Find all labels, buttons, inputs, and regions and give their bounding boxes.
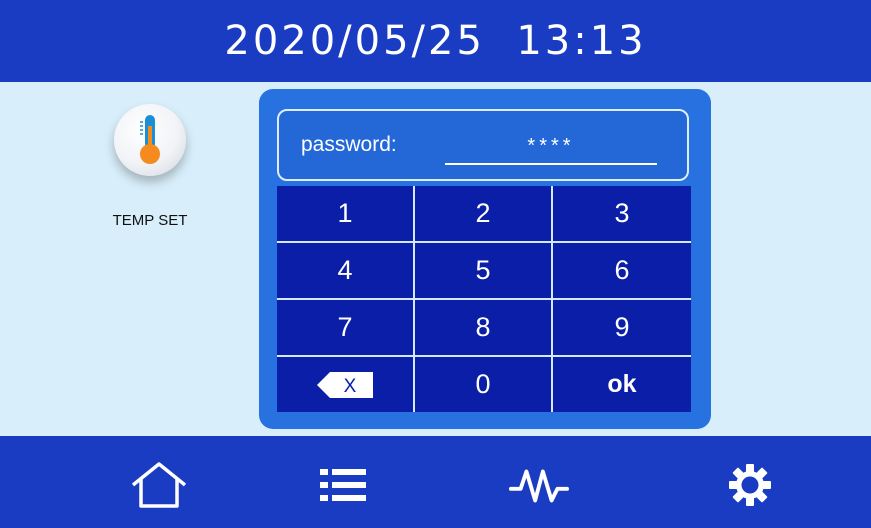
password-label: password: [301, 133, 397, 156]
home-icon [131, 462, 187, 508]
backspace-icon: X [317, 371, 373, 398]
bottom-nav-bar [0, 436, 871, 528]
key-3[interactable]: 3 [553, 186, 691, 243]
gear-icon [729, 464, 771, 506]
key-5[interactable]: 5 [415, 243, 553, 300]
screen: 2020/05/25 13:13 TEMP SET password: ****… [0, 0, 871, 528]
password-input[interactable]: **** [445, 129, 657, 165]
key-2[interactable]: 2 [415, 186, 553, 243]
list-icon [320, 469, 366, 501]
temp-set-icon-circle[interactable] [114, 104, 186, 176]
temp-set-label: TEMP SET [112, 212, 188, 229]
thermometer-icon [140, 115, 160, 164]
nav-settings-button[interactable] [720, 460, 780, 510]
key-4[interactable]: 4 [277, 243, 415, 300]
numeric-keypad: 1 2 3 4 5 6 7 8 9 X 0 ok [277, 186, 691, 412]
nav-list-button[interactable] [313, 460, 373, 510]
datetime-display: 2020/05/25 13:13 [224, 18, 647, 64]
backspace-glyph: X [344, 376, 357, 397]
key-0[interactable]: 0 [415, 357, 553, 412]
password-dialog: password: **** 1 2 3 4 5 6 7 8 9 X 0 ok [259, 89, 711, 429]
ok-key[interactable]: ok [553, 357, 691, 412]
key-9[interactable]: 9 [553, 300, 691, 357]
key-6[interactable]: 6 [553, 243, 691, 300]
password-box: password: **** [277, 109, 689, 181]
temp-set-app[interactable]: TEMP SET [108, 104, 192, 229]
backspace-key[interactable]: X [277, 357, 415, 412]
waveform-icon [509, 469, 569, 503]
nav-waveform-button[interactable] [509, 460, 569, 510]
nav-home-button[interactable] [129, 460, 189, 510]
key-1[interactable]: 1 [277, 186, 415, 243]
key-7[interactable]: 7 [277, 300, 415, 357]
key-8[interactable]: 8 [415, 300, 553, 357]
header-bar: 2020/05/25 13:13 [0, 0, 871, 82]
